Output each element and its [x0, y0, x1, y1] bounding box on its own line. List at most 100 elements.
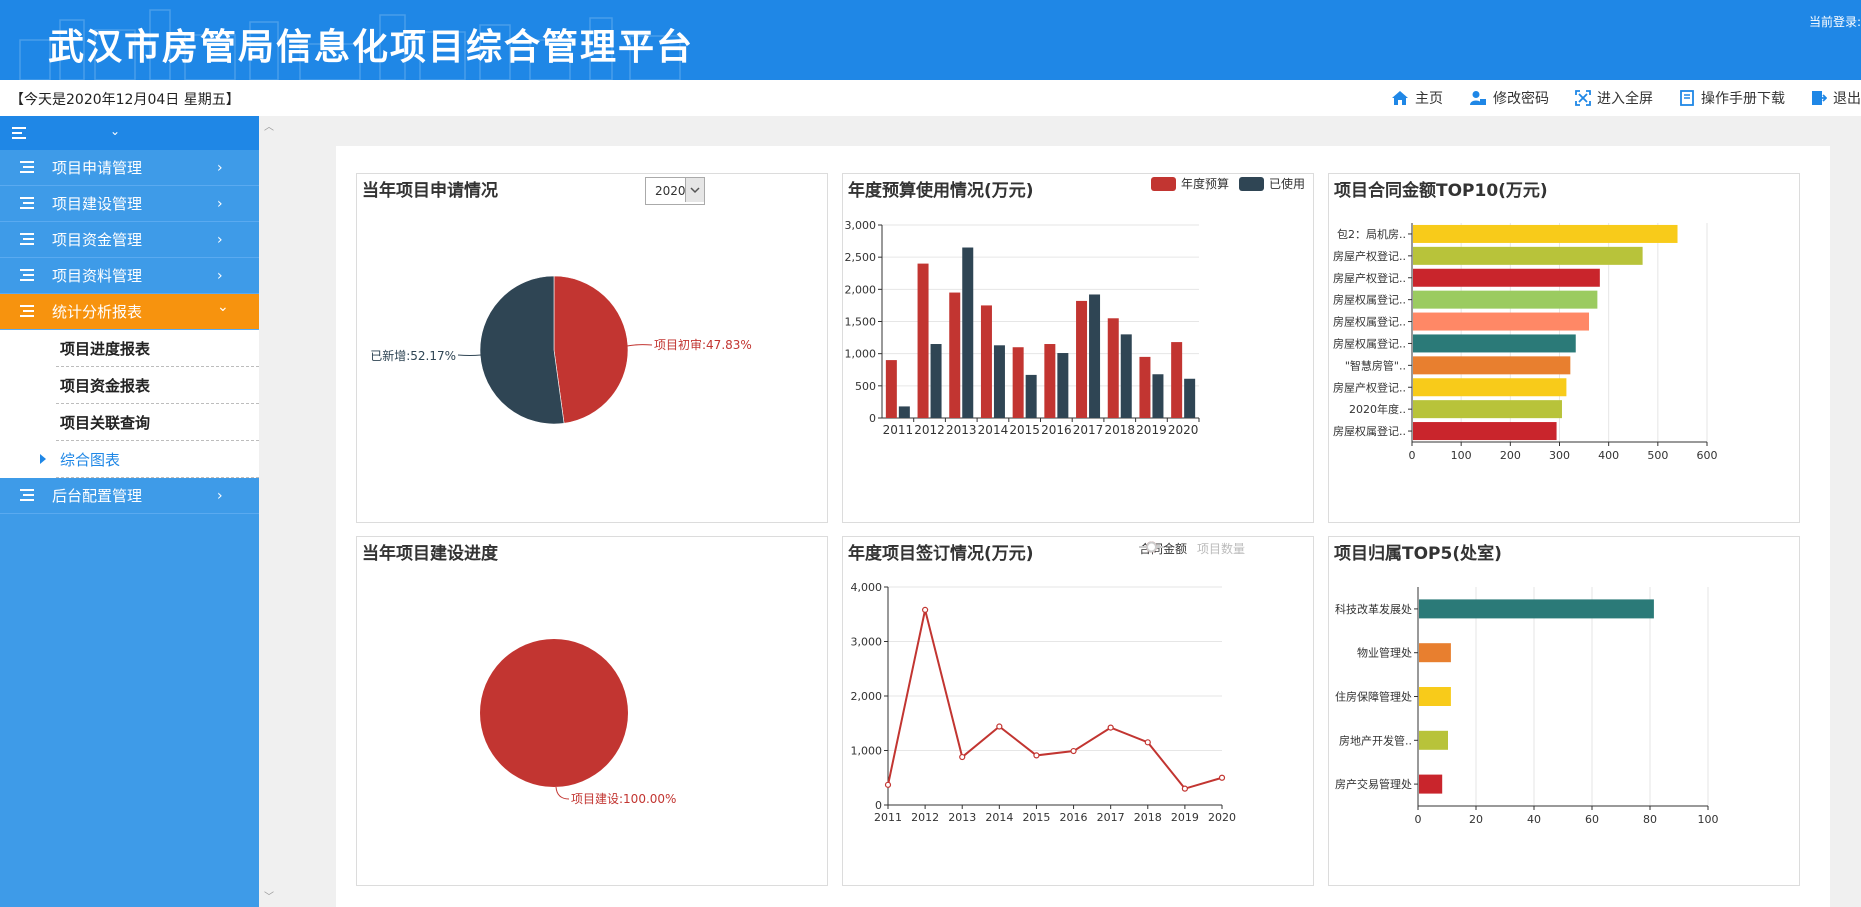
chart-card-build-progress: 项目建设:100.00% 当年项目建设进度: [356, 536, 828, 886]
chart-title: 项目合同金额TOP10(万元): [1334, 181, 1548, 201]
x-tick-label: 600: [1697, 449, 1718, 462]
top-nav: 主页 修改密码 进入全屏 操作手册下载 退出: [1391, 88, 1861, 108]
submenu-item-progress-report[interactable]: 项目进度报表: [56, 330, 259, 367]
y-tick-label: 2,000: [851, 690, 883, 703]
chart-card-budget: 0 500 1,000 1,500 2,000 2,500 3,000 2011 2012 201…: [842, 173, 1314, 523]
submenu-item-label: 项目关联查询: [60, 413, 151, 432]
list-icon: [20, 489, 34, 501]
chart-title: 当年项目申请情况: [362, 181, 498, 201]
nav-fullscreen-label: 进入全屏: [1597, 91, 1653, 107]
data-point: [1070, 747, 1077, 755]
data-point: [996, 723, 1003, 730]
sidebar-item-project-funds[interactable]: 项目资金管理 ›: [0, 222, 259, 258]
data-point: [1181, 785, 1188, 792]
x-tick-label: 400: [1598, 449, 1619, 462]
bar: [1419, 599, 1654, 619]
data-point: [1107, 724, 1114, 731]
bar: [1184, 378, 1196, 418]
legend-label: 年度预算: [1181, 177, 1230, 191]
app-header: 武汉市房管局信息化项目综合管理平台 当前登录:: [0, 0, 1861, 80]
submenu-item-charts[interactable]: 综合图表: [40, 441, 259, 478]
statistics-submenu: 项目进度报表 项目资金报表 项目关联查询 综合图表: [0, 330, 259, 478]
data-point: [1144, 739, 1151, 746]
bar: [1413, 224, 1678, 243]
pie-slice: [479, 275, 565, 425]
pie-slice: [553, 275, 629, 424]
bar: [1413, 334, 1576, 353]
nav-logout-label: 退出: [1833, 91, 1861, 107]
legend-item-budget[interactable]: 年度预算: [1151, 175, 1229, 192]
sidebar-scrollbar[interactable]: ︿ ﹀: [259, 116, 279, 907]
nav-home-label: 主页: [1415, 91, 1443, 107]
scroll-up-icon[interactable]: ︿: [264, 118, 274, 133]
nav-logout-button[interactable]: 退出: [1811, 88, 1861, 108]
bar: [1413, 312, 1590, 331]
legend-item-project-count[interactable]: 项目数量: [1139, 540, 1245, 557]
submenu-item-funds-report[interactable]: 项目资金报表: [56, 367, 259, 404]
x-tick-label: 2020: [1208, 811, 1236, 824]
bar: [885, 360, 897, 418]
x-tick-label: 500: [1647, 449, 1668, 462]
chart-card-application: 项目初审:47.83% 已新增:52.17% 当年项目申请情况 2020: [356, 173, 828, 523]
contract-top10-bar-chart: 0 100 200 300 400 500 600 包2：局机房.. 房屋产权登记.. 房屋产权登…: [1333, 223, 1718, 462]
scroll-down-icon[interactable]: ﹀: [264, 888, 274, 903]
x-tick-label: 2016: [1041, 423, 1072, 437]
budget-bar-chart: 05001,0001,5002,0002,5003,0002011 2012 201…: [845, 219, 1200, 437]
y-tick-label: 2020年度..: [1349, 402, 1406, 416]
y-tick-label: 500: [855, 380, 876, 393]
y-tick-label: 房地产开发管..: [1339, 733, 1412, 747]
chevron-right-icon: ›: [217, 231, 223, 248]
x-tick-label: 2019: [1136, 423, 1167, 437]
y-tick-label: 1,000: [845, 348, 877, 361]
data-point: [884, 781, 892, 788]
chevron-right-icon: ›: [217, 487, 223, 504]
main-content: 项目初审:47.83% 已新增:52.17% 当年项目申请情况 2020 0 500…: [279, 116, 1861, 907]
chevron-down-icon: ⌄: [110, 124, 121, 138]
sidebar-toggle-button[interactable]: ⌄: [0, 116, 259, 150]
chart-title: 年度预算使用情况(万元): [848, 181, 1034, 201]
x-tick-label: 2015: [1009, 423, 1040, 437]
data-point: [1033, 752, 1040, 759]
nav-change-password-button[interactable]: 修改密码: [1469, 88, 1549, 108]
x-tick-label: 300: [1549, 449, 1570, 462]
nav-home-button[interactable]: 主页: [1391, 88, 1443, 108]
year-select-value: 2020: [655, 184, 686, 198]
sidebar-item-backend-config[interactable]: 后台配置管理 ›: [0, 478, 259, 514]
legend-item-used[interactable]: 已使用: [1239, 175, 1305, 192]
y-tick-label: 科技改革发展处: [1335, 602, 1412, 616]
x-tick-label: 20: [1469, 813, 1483, 826]
dashboard-panel: 项目初审:47.83% 已新增:52.17% 当年项目申请情况 2020 0 500…: [336, 146, 1830, 907]
data-point: [959, 753, 966, 761]
list-icon: [20, 233, 34, 245]
x-tick-label: 2013: [948, 811, 976, 824]
nav-fullscreen-button[interactable]: 进入全屏: [1575, 88, 1653, 108]
bar: [1044, 344, 1056, 418]
x-tick-label: 2011: [883, 423, 914, 437]
list-icon: [20, 161, 34, 173]
build-progress-pie-chart: 项目建设:100.00%: [480, 639, 676, 806]
pie-label-line: [626, 344, 653, 347]
x-tick-label: 2014: [978, 423, 1009, 437]
x-tick-label: 2020: [1168, 423, 1199, 437]
submenu-item-relation-query[interactable]: 项目关联查询: [56, 404, 259, 441]
bar: [1057, 353, 1069, 418]
contract-signing-line-chart: 01,0002,0003,0004,0002011 2012 2013 2014 201…: [851, 581, 1237, 824]
sidebar-item-project-docs[interactable]: 项目资料管理 ›: [0, 258, 259, 294]
bar: [1107, 318, 1119, 418]
chart-card-contract-top10: 0 100 200 300 400 500 600 包2：局机房.. 房屋产权登记.. 房屋产权登…: [1328, 173, 1800, 523]
bar: [930, 344, 942, 418]
y-tick-label: 房屋权属登记..: [1333, 315, 1406, 329]
sidebar-item-statistics[interactable]: 统计分析报表 ⌄: [0, 294, 259, 330]
year-select-button[interactable]: [685, 178, 704, 202]
nav-manual-download-button[interactable]: 操作手册下载: [1679, 88, 1785, 108]
login-label: 当前登录:: [1808, 15, 1861, 29]
x-tick-label: 2014: [985, 811, 1013, 824]
sidebar-item-project-build[interactable]: 项目建设管理 ›: [0, 186, 259, 222]
year-select[interactable]: 2020: [645, 177, 705, 205]
sidebar-item-project-apply[interactable]: 项目申请管理 ›: [0, 150, 259, 186]
department-top5-bar-chart: 0 20 40 60 80 100 科技改革发展处物业管理处住房保障管理处房地产开发管.. 房…: [1335, 587, 1719, 826]
list-icon: [20, 197, 34, 209]
y-tick-label: 房屋产权登记..: [1333, 271, 1406, 285]
logout-icon: [1812, 91, 1827, 105]
pie-label-line: [457, 354, 482, 356]
